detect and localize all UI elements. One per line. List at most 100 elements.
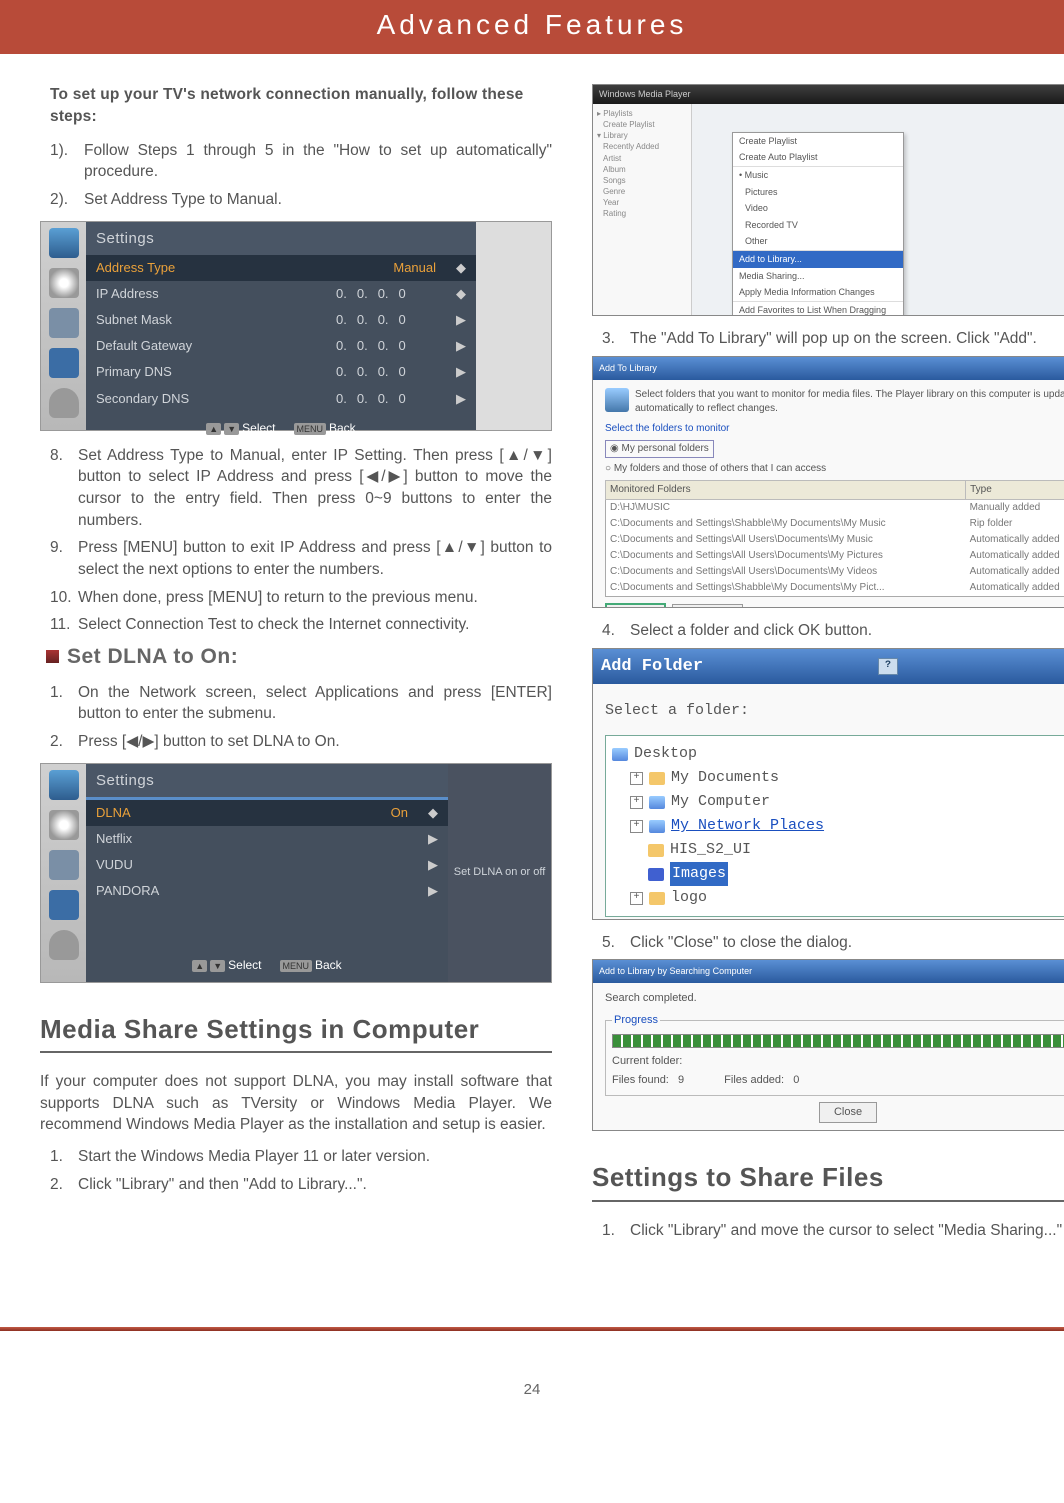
media-steps-list: 1. Start the Windows Media Player 11 or l… xyxy=(40,1146,552,1195)
add-button[interactable]: Add... xyxy=(605,603,666,608)
gateway-label: Default Gateway xyxy=(96,337,336,355)
step-text: Start the Windows Media Player 11 or lat… xyxy=(78,1146,430,1168)
step-number: 2). xyxy=(50,189,78,211)
step-number: 2. xyxy=(50,731,72,753)
step-text: Press [◀/▶] button to set DLNA to On. xyxy=(78,731,340,753)
settings-tip: Set DLNA on or off xyxy=(448,764,551,982)
help-icon[interactable]: ? xyxy=(878,658,898,675)
close-button[interactable]: Close xyxy=(819,1102,877,1123)
footer-rule xyxy=(0,1327,1064,1331)
dialog-title: Add to Library by Searching Computer xyxy=(599,965,752,978)
step-text: The "Add To Library" will pop up on the … xyxy=(630,328,1037,350)
folder-icon xyxy=(649,772,665,785)
step-number: 11. xyxy=(50,614,72,636)
address-type-label: Address Type xyxy=(96,259,393,277)
step-number: 3. xyxy=(602,328,624,350)
lock-icon xyxy=(49,930,79,960)
page-header: Advanced Features xyxy=(0,0,1064,52)
desktop-icon xyxy=(612,748,628,761)
step-text: Click "Library" and then "Add to Library… xyxy=(78,1174,367,1196)
step-number: 1. xyxy=(50,682,72,725)
after-steps-list: 8.Set Address Type to Manual, enter IP S… xyxy=(40,445,552,637)
step-number: 1). xyxy=(50,140,78,183)
address-type-value: Manual xyxy=(393,259,436,277)
add-folder-dialog: Add Folder ? ✕ Select a folder: Desktop … xyxy=(592,648,1064,920)
settings-footer: ▲▼Select MENUBack xyxy=(86,949,448,982)
settings-title: Settings xyxy=(86,222,476,255)
status-text: Search completed. xyxy=(605,991,1064,1006)
step-text: On the Network screen, select Applicatio… xyxy=(78,682,552,725)
folder-icon xyxy=(648,868,664,881)
media-share-heading: Media Share Settings in Computer xyxy=(40,1011,552,1053)
page-number: 24 xyxy=(0,1339,1064,1400)
settings-footer: ▲▼Select MENUBack xyxy=(86,412,476,445)
pre-steps-list: 1).Follow Steps 1 through 5 in the "How … xyxy=(40,140,552,211)
sound-icon xyxy=(49,268,79,298)
dialog-title: Add To Library xyxy=(599,362,657,375)
step-text: Click "Close" to close the dialog. xyxy=(630,932,852,954)
wmp-screenshot: Windows Media Player — ▢ ✕ ▸ PlaylistsCr… xyxy=(592,84,1064,316)
step-number: 1. xyxy=(50,1146,72,1168)
computer-icon xyxy=(649,796,665,809)
step-number: 1. xyxy=(602,1220,624,1242)
radio-others[interactable]: My folders and those of others that I ca… xyxy=(605,462,1064,476)
primary-dns-label: Primary DNS xyxy=(96,363,336,381)
dlna-value: On xyxy=(391,804,408,822)
tv-settings-screenshot-2: Settings DLNAOn◆ Netflix▶ VUDU▶ PANDORA▶… xyxy=(40,763,552,983)
channel-icon xyxy=(49,850,79,880)
search-complete-dialog: Add to Library by Searching Computer✕ Se… xyxy=(592,959,1064,1131)
step-text: Set Address Type to Manual, enter IP Set… xyxy=(78,445,552,532)
group-label: Select the folders to monitor xyxy=(605,422,1064,436)
dlna-heading-text: Set DLNA to On: xyxy=(67,642,238,671)
step4-list: 4. Select a folder and click OK button. xyxy=(592,620,1064,642)
media-share-body: If your computer does not support DLNA, … xyxy=(40,1071,552,1136)
step5-list: 5. Click "Close" to close the dialog. xyxy=(592,932,1064,954)
picture-icon xyxy=(49,770,79,800)
step-text: Select Connection Test to check the Inte… xyxy=(78,614,469,636)
step3-list: 3. The "Add To Library" will pop up on th… xyxy=(592,328,1064,350)
picture-icon xyxy=(49,228,79,258)
secondary-dns-label: Secondary DNS xyxy=(96,390,336,408)
step-number: 9. xyxy=(50,537,72,580)
current-folder-label: Current folder: xyxy=(612,1054,1064,1069)
network-icon xyxy=(649,820,665,833)
netflix-label: Netflix xyxy=(96,830,428,848)
vudu-label: VUDU xyxy=(96,856,428,874)
network-icon xyxy=(49,890,79,920)
share-steps-list: 1. Click "Library" and move the cursor to… xyxy=(592,1220,1064,1242)
dlna-heading: Set DLNA to On: xyxy=(46,642,552,671)
dlna-label: DLNA xyxy=(96,804,391,822)
step-number: 10. xyxy=(50,587,72,609)
step-text: Set Address Type to Manual. xyxy=(84,189,282,211)
wmp-title: Windows Media Player xyxy=(599,88,691,101)
folder-tree[interactable]: Desktop +My Documents +My Computer +My N… xyxy=(605,735,1064,917)
step-text: Press [MENU] button to exit IP Address a… xyxy=(78,537,552,580)
step-text: Click "Library" and move the cursor to s… xyxy=(630,1220,1062,1242)
step-number: 2. xyxy=(50,1174,72,1196)
ip-address-label: IP Address xyxy=(96,285,336,303)
step-number: 5. xyxy=(602,932,624,954)
prompt-label: Select a folder: xyxy=(605,700,1064,721)
settings-title: Settings xyxy=(86,764,448,797)
tv-settings-screenshot-1: Settings Address TypeManual◆ IP Address0… xyxy=(40,221,552,431)
dialog-title: Add Folder xyxy=(601,655,703,679)
manual-setup-intro: To set up your TV's network connection m… xyxy=(50,84,552,127)
sound-icon xyxy=(49,810,79,840)
dlna-steps-list: 1.On the Network screen, select Applicat… xyxy=(40,682,552,753)
right-column: Windows Media Player — ▢ ✕ ▸ PlaylistsCr… xyxy=(592,84,1064,1247)
pandora-label: PANDORA xyxy=(96,882,428,900)
network-icon xyxy=(49,348,79,378)
remove-button[interactable]: Remove xyxy=(672,604,743,608)
library-icon xyxy=(605,388,629,412)
monitored-folders-table: Monitored FoldersType D:\HJ\MUSICManuall… xyxy=(605,480,1064,597)
add-to-library-dialog: Add To Library✕ Select folders that you … xyxy=(592,356,1064,608)
folder-icon xyxy=(648,844,664,857)
bullet-icon xyxy=(46,650,59,663)
left-column: To set up your TV's network connection m… xyxy=(40,84,552,1247)
step-text: Select a folder and click OK button. xyxy=(630,620,872,642)
step-number: 4. xyxy=(602,620,624,642)
step-text: Follow Steps 1 through 5 in the "How to … xyxy=(84,140,552,183)
progress-bar xyxy=(612,1034,1064,1048)
radio-personal[interactable]: My personal folders xyxy=(605,440,714,458)
subnet-label: Subnet Mask xyxy=(96,311,336,329)
